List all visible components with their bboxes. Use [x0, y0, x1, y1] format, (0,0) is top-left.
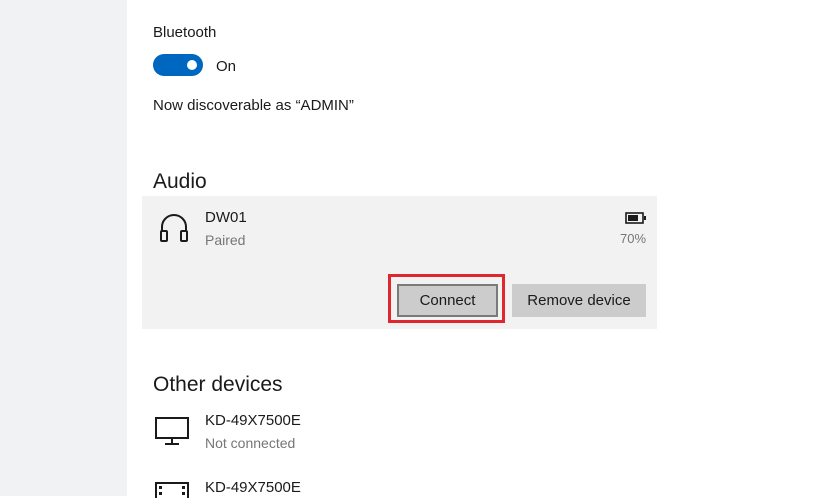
remove-device-button[interactable]: Remove device	[512, 284, 646, 317]
bluetooth-toggle[interactable]	[153, 54, 203, 76]
audio-section-title: Audio	[153, 170, 207, 193]
device-name: KD-49X7500E	[205, 412, 301, 429]
device-name: KD-49X7500E	[205, 479, 301, 496]
bluetooth-toggle-state: On	[216, 58, 237, 75]
toggle-knob	[187, 60, 197, 70]
discoverable-text: Now discoverable as “ADMIN”	[153, 97, 354, 114]
monitor-icon	[155, 417, 189, 445]
media-device-icon	[155, 482, 189, 498]
battery-percentage: 70%	[620, 231, 647, 246]
left-pane	[0, 0, 127, 496]
bluetooth-label: Bluetooth	[153, 24, 217, 41]
device-status: Not connected	[205, 435, 296, 451]
other-devices-section-title: Other devices	[153, 373, 283, 396]
audio-device-status: Paired	[205, 232, 246, 248]
battery-icon	[625, 212, 646, 224]
audio-device-name: DW01	[205, 209, 247, 226]
headphones-icon	[160, 214, 188, 242]
connect-button[interactable]: Connect	[397, 284, 498, 317]
